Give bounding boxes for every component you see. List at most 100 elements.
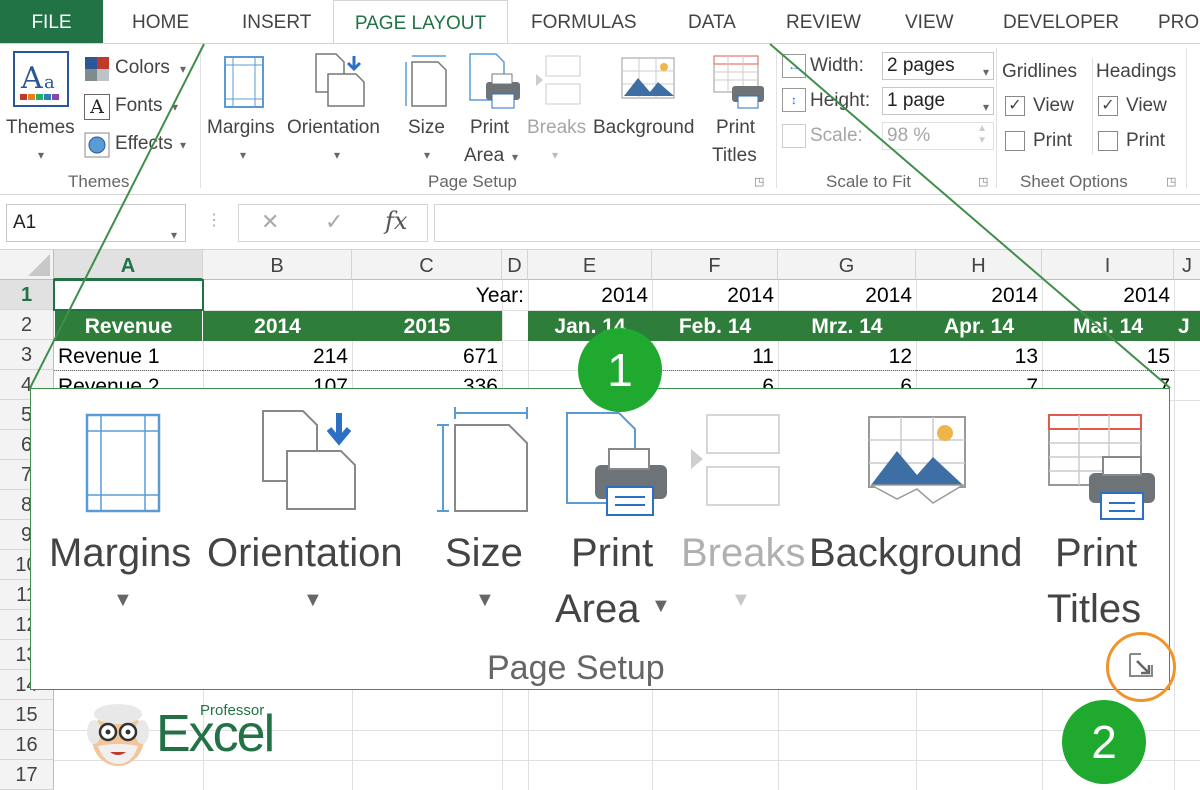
effects-label: Effects bbox=[115, 133, 173, 154]
chevron-down-icon: ▾ bbox=[512, 150, 519, 164]
column-header[interactable]: F bbox=[652, 250, 778, 280]
column-header[interactable]: G bbox=[778, 250, 916, 280]
tab-page-layout[interactable]: PAGE LAYOUT bbox=[333, 0, 508, 45]
dialog-launcher-icon[interactable]: ◳ bbox=[754, 175, 764, 188]
margins-button[interactable]: Margins ▾ bbox=[206, 48, 286, 168]
cell[interactable]: 13 bbox=[916, 341, 1042, 371]
orientation-label: Orientation bbox=[287, 117, 380, 138]
print-titles-label-2[interactable]: Titles bbox=[1047, 589, 1141, 629]
chevron-down-icon: ▾ bbox=[38, 148, 45, 162]
cell[interactable]: 2014 bbox=[528, 280, 652, 310]
margins-label[interactable]: Margins bbox=[49, 533, 191, 573]
row-header[interactable]: 16 bbox=[0, 730, 54, 760]
headings-view-label: View bbox=[1126, 95, 1167, 116]
cell[interactable]: 11 bbox=[652, 341, 778, 371]
width-select[interactable]: 2 pages ▾ bbox=[882, 52, 994, 80]
gridlines-print-label: Print bbox=[1033, 130, 1073, 151]
size-button[interactable]: Size ▾ bbox=[400, 48, 456, 168]
headings-print-checkbox[interactable] bbox=[1098, 131, 1118, 151]
column-header[interactable]: E bbox=[528, 250, 652, 280]
print-area-label-1: Print bbox=[470, 117, 510, 138]
cell[interactable]: 2014 bbox=[1042, 280, 1174, 310]
effects-icon bbox=[84, 132, 110, 158]
header-cell[interactable]: Apr. 14 bbox=[916, 311, 1042, 341]
tab-home[interactable]: HOME bbox=[132, 0, 189, 44]
formula-input[interactable] bbox=[434, 204, 1200, 242]
select-all-corner[interactable] bbox=[0, 250, 54, 280]
print-area-label-1[interactable]: Print bbox=[571, 533, 653, 573]
insert-function-icon[interactable]: fx bbox=[385, 207, 407, 235]
themes-button[interactable]: A a Themes ▾ bbox=[4, 48, 80, 168]
print-titles-label-1[interactable]: Print bbox=[1055, 533, 1137, 573]
header-cell[interactable]: 2015 bbox=[352, 311, 502, 341]
breaks-label: Breaks bbox=[527, 117, 587, 138]
header-cell[interactable]: Revenue bbox=[55, 311, 202, 341]
tab-formulas[interactable]: FORMULAS bbox=[531, 0, 637, 44]
gridlines-view-checkbox[interactable]: ✓ bbox=[1005, 96, 1025, 116]
step-badge-2: 2 bbox=[1062, 700, 1146, 784]
size-label: Size bbox=[408, 117, 445, 138]
tab-file[interactable]: FILE bbox=[0, 0, 103, 44]
cell[interactable]: Revenue 1 bbox=[54, 341, 203, 371]
cell[interactable]: 2014 bbox=[916, 280, 1042, 310]
cell[interactable]: Year: bbox=[352, 280, 528, 310]
cell[interactable]: 671 bbox=[352, 341, 502, 371]
print-area-label-2[interactable]: Area bbox=[555, 589, 640, 629]
cell[interactable]: 214 bbox=[203, 341, 352, 371]
row-header[interactable]: 17 bbox=[0, 760, 54, 790]
size-label[interactable]: Size bbox=[445, 533, 523, 573]
header-cell[interactable]: Mai. 14 bbox=[1042, 311, 1174, 341]
background-button[interactable]: Background bbox=[592, 48, 704, 168]
column-header[interactable]: A bbox=[54, 250, 203, 280]
chevron-down-icon: ▾ bbox=[982, 100, 989, 114]
cell[interactable]: 15 bbox=[1042, 341, 1174, 371]
tab-view[interactable]: VIEW bbox=[905, 0, 954, 44]
header-cell[interactable]: Mrz. 14 bbox=[778, 311, 916, 341]
cell[interactable]: 2014 bbox=[778, 280, 916, 310]
formula-bar: A1 ▾ ⋮ ✕ ✓ fx bbox=[0, 196, 1200, 250]
print-area-label-2: Area bbox=[464, 145, 505, 166]
tab-data[interactable]: DATA bbox=[688, 0, 736, 44]
row-header[interactable]: 15 bbox=[0, 700, 54, 730]
name-box[interactable]: A1 ▾ bbox=[6, 204, 186, 242]
tab-review[interactable]: REVIEW bbox=[786, 0, 861, 44]
headings-view-checkbox[interactable]: ✓ bbox=[1098, 96, 1118, 116]
effects-button[interactable]: Effects ▾ bbox=[84, 132, 194, 160]
cell[interactable]: 2014 bbox=[652, 280, 778, 310]
header-cell[interactable]: J bbox=[1174, 311, 1200, 341]
breaks-icon bbox=[691, 414, 780, 506]
height-select[interactable]: 1 page ▾ bbox=[882, 87, 994, 115]
column-header[interactable]: B bbox=[203, 250, 352, 280]
highlight-circle bbox=[1106, 632, 1176, 702]
cell[interactable]: 12 bbox=[778, 341, 916, 371]
row-header[interactable]: 2 bbox=[0, 310, 54, 340]
tab-insert[interactable]: INSERT bbox=[242, 0, 311, 44]
header-cell[interactable]: 2014 bbox=[203, 311, 352, 341]
tab-pro[interactable]: PRO bbox=[1158, 0, 1199, 44]
print-titles-button[interactable]: Print Titles bbox=[708, 48, 772, 168]
column-header[interactable]: J bbox=[1174, 250, 1200, 280]
background-label[interactable]: Background bbox=[809, 533, 1022, 573]
active-cell[interactable] bbox=[53, 279, 204, 311]
row-header[interactable]: 1 bbox=[0, 280, 54, 310]
themes-icon: A a bbox=[13, 51, 69, 107]
fonts-button[interactable]: A Fonts ▾ bbox=[84, 94, 194, 122]
column-header[interactable]: I bbox=[1042, 250, 1174, 280]
gridlines-print-checkbox[interactable] bbox=[1005, 131, 1025, 151]
colors-button[interactable]: Colors ▾ bbox=[84, 56, 194, 84]
cancel-icon[interactable]: ✕ bbox=[261, 209, 279, 235]
print-area-button[interactable]: Print Area ▾ bbox=[462, 48, 526, 168]
orientation-button[interactable]: Orientation ▾ bbox=[286, 48, 394, 168]
column-header[interactable]: H bbox=[916, 250, 1042, 280]
enter-icon[interactable]: ✓ bbox=[325, 209, 343, 235]
margins-label: Margins bbox=[207, 117, 275, 138]
dialog-launcher-icon[interactable]: ◳ bbox=[978, 175, 988, 188]
column-header[interactable]: D bbox=[502, 250, 528, 280]
dialog-launcher-icon[interactable]: ◳ bbox=[1166, 175, 1176, 188]
row-header[interactable]: 3 bbox=[0, 340, 54, 370]
header-cell[interactable]: Feb. 14 bbox=[652, 311, 778, 341]
orientation-label[interactable]: Orientation bbox=[207, 533, 403, 573]
column-header[interactable]: C bbox=[352, 250, 502, 280]
tab-developer[interactable]: DEVELOPER bbox=[1003, 0, 1119, 44]
page-setup-group-label: Page Setup bbox=[428, 172, 517, 191]
